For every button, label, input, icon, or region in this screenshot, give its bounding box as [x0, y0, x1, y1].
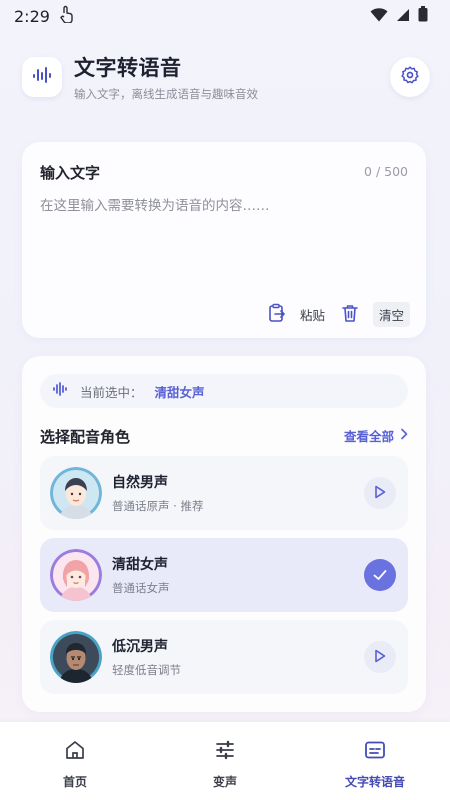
nav-label: 首页 — [62, 775, 87, 789]
voice-desc: 普通话原声 · 推荐 — [112, 499, 204, 513]
nav-item-home[interactable]: 首页 — [0, 722, 150, 800]
home-icon — [64, 739, 86, 765]
clear-button[interactable]: 清空 — [341, 302, 410, 327]
avatar — [50, 549, 102, 601]
play-icon — [374, 484, 386, 503]
play-button[interactable] — [364, 641, 396, 673]
status-left: 2:29 — [14, 5, 74, 27]
app-title: 文字转语音 — [74, 56, 182, 80]
status-bar: 2:29 — [0, 0, 450, 32]
voice-selection-card: 当前选中： 清甜女声 选择配音角色 查看全部 自然男声 普通话原声 · 推荐 清… — [22, 356, 426, 712]
nav-item-text-to-speech[interactable]: 文字转语音 — [300, 722, 450, 800]
gear-icon — [400, 65, 420, 89]
paste-label: 粘贴 — [299, 308, 325, 323]
nav-label: 文字转语音 — [344, 775, 405, 789]
char-counter: 0 / 500 — [364, 164, 408, 179]
check-icon — [373, 566, 387, 585]
voice-texts: 自然男声 普通话原声 · 推荐 — [112, 472, 203, 514]
text-input[interactable] — [40, 194, 408, 284]
voice-name: 低沉男声 — [112, 639, 168, 655]
paste-button[interactable]: 粘贴 — [268, 303, 325, 326]
voice-name: 自然男声 — [112, 475, 168, 491]
current-voice-pill: 当前选中： 清甜女声 — [40, 374, 408, 408]
input-actions: 粘贴 清空 — [268, 302, 410, 327]
voice-item-natural-male[interactable]: 自然男声 普通话原声 · 推荐 — [40, 456, 408, 530]
status-right — [370, 6, 428, 26]
app-logo — [22, 57, 62, 97]
wifi-icon — [370, 7, 388, 26]
voice-desc: 轻度低音调节 — [112, 663, 181, 677]
view-all-label: 查看全部 — [343, 429, 394, 444]
current-voice-prefix: 当前选中： — [80, 384, 143, 400]
waveform-small-icon — [52, 381, 68, 401]
settings-button[interactable] — [390, 57, 430, 97]
voice-name: 清甜女声 — [112, 557, 168, 573]
bottom-nav: 首页 变声 文字转语音 — [0, 722, 450, 800]
play-icon — [374, 648, 386, 667]
nav-label: 变声 — [212, 775, 237, 789]
voice-item-sweet-female[interactable]: 清甜女声 普通话女声 — [40, 538, 408, 612]
app-titles: 文字转语音 输入文字，离线生成语音与趣味音效 — [74, 52, 258, 102]
sliders-icon — [214, 739, 236, 765]
text-input-card: 输入文字 0 / 500 粘贴 清空 — [22, 142, 426, 338]
signal-icon — [396, 7, 410, 26]
view-all-link[interactable]: 查看全部 — [344, 426, 408, 445]
battery-icon — [418, 6, 428, 26]
chevron-right-icon — [400, 428, 408, 443]
voice-desc: 普通话女声 — [112, 581, 170, 595]
clear-label: 清空 — [372, 302, 410, 327]
voice-texts: 低沉男声 轻度低音调节 — [112, 636, 181, 678]
subtitles-icon — [364, 739, 386, 765]
avatar — [50, 467, 102, 519]
nav-item-voice-change[interactable]: 变声 — [150, 722, 300, 800]
voice-item-deep-male[interactable]: 低沉男声 轻度低音调节 — [40, 620, 408, 694]
paste-icon — [268, 303, 286, 326]
voice-texts: 清甜女声 普通话女声 — [112, 554, 170, 596]
waveform-icon — [31, 64, 53, 90]
selected-check-button[interactable] — [364, 559, 396, 591]
touch-icon — [58, 5, 74, 27]
play-button[interactable] — [364, 477, 396, 509]
section-title: 选择配音角色 — [40, 428, 131, 446]
status-time: 2:29 — [14, 6, 50, 26]
app-subtitle: 输入文字，离线生成语音与趣味音效 — [74, 87, 258, 101]
app-header: 文字转语音 输入文字，离线生成语音与趣味音效 — [22, 52, 430, 102]
avatar — [50, 631, 102, 683]
input-label: 输入文字 — [40, 164, 101, 182]
trash-icon — [341, 303, 359, 326]
current-voice-value: 清甜女声 — [154, 384, 205, 400]
